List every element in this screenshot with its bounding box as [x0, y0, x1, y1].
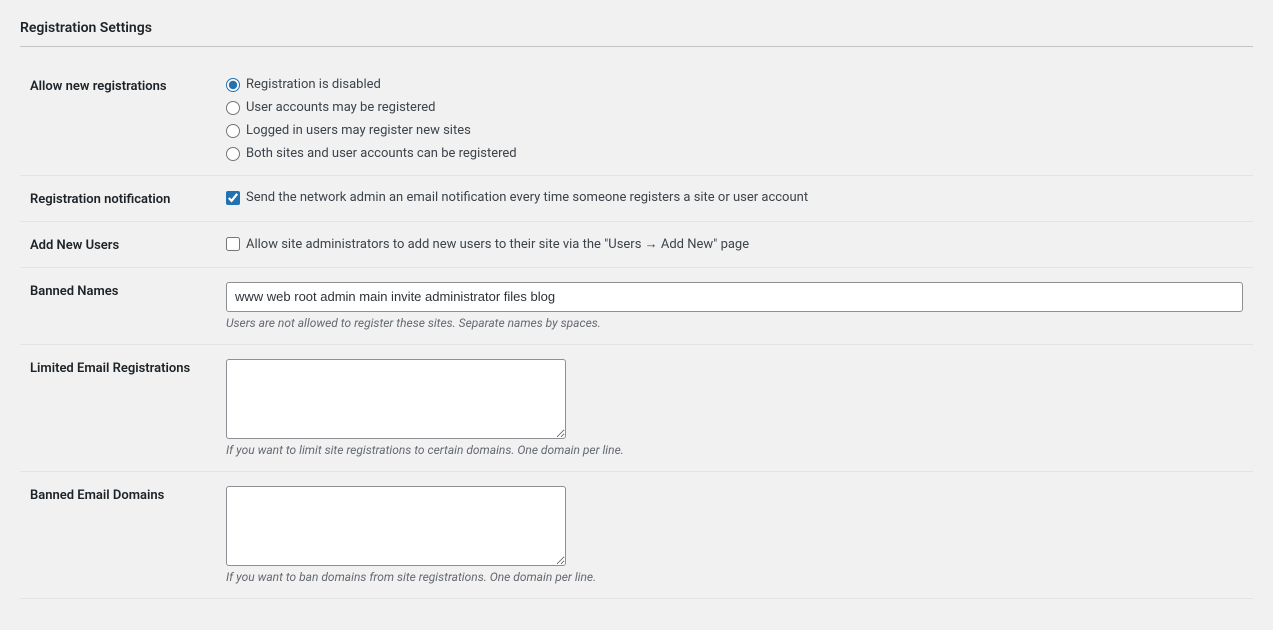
settings-table: Allow new registrations Registration is … — [20, 63, 1253, 599]
label-limited-email-registrations: Limited Email Registrations — [20, 345, 216, 472]
field-allow-new-registrations: Registration is disabled User accounts m… — [216, 63, 1253, 176]
limited-email-description: If you want to limit site registrations … — [226, 443, 1243, 457]
banned-email-domains-description: If you want to ban domains from site reg… — [226, 570, 1243, 584]
label-banned-email-domains: Banned Email Domains — [20, 472, 216, 599]
row-banned-names: Banned Names Users are not allowed to re… — [20, 268, 1253, 345]
radio-logged[interactable] — [226, 124, 240, 138]
row-allow-new-registrations: Allow new registrations Registration is … — [20, 63, 1253, 176]
radio-label-both: Both sites and user accounts can be regi… — [246, 146, 517, 161]
radio-option-disabled[interactable]: Registration is disabled — [226, 77, 1243, 92]
radio-label-disabled: Registration is disabled — [246, 77, 381, 92]
label-allow-new-registrations: Allow new registrations — [20, 63, 216, 176]
checkbox-add-users-text: Allow site administrators to add new use… — [246, 236, 749, 252]
row-limited-email-registrations: Limited Email Registrations If you want … — [20, 345, 1253, 472]
radio-option-both[interactable]: Both sites and user accounts can be regi… — [226, 146, 1243, 161]
radio-label-user: User accounts may be registered — [246, 100, 435, 115]
banned-email-domains-textarea[interactable] — [226, 486, 566, 566]
limited-email-textarea[interactable] — [226, 359, 566, 439]
radio-option-logged[interactable]: Logged in users may register new sites — [226, 123, 1243, 138]
checkbox-notification-text: Send the network admin an email notifica… — [246, 190, 808, 205]
row-banned-email-domains: Banned Email Domains If you want to ban … — [20, 472, 1253, 599]
radio-user[interactable] — [226, 101, 240, 115]
banned-names-description: Users are not allowed to register these … — [226, 316, 1243, 330]
field-add-new-users: Allow site administrators to add new use… — [216, 222, 1253, 268]
label-banned-names: Banned Names — [20, 268, 216, 345]
checkbox-notification-label[interactable]: Send the network admin an email notifica… — [226, 190, 1243, 205]
page-title: Registration Settings — [20, 20, 1253, 47]
radio-option-user[interactable]: User accounts may be registered — [226, 100, 1243, 115]
row-add-new-users: Add New Users Allow site administrators … — [20, 222, 1253, 268]
radio-disabled[interactable] — [226, 78, 240, 92]
checkbox-add-users-label[interactable]: Allow site administrators to add new use… — [226, 236, 1243, 252]
checkbox-notification[interactable] — [226, 191, 240, 205]
radio-label-logged: Logged in users may register new sites — [246, 123, 471, 138]
checkbox-add-users[interactable] — [226, 237, 240, 251]
banned-names-input[interactable] — [226, 282, 1243, 312]
field-banned-email-domains: If you want to ban domains from site reg… — [216, 472, 1253, 599]
field-limited-email-registrations: If you want to limit site registrations … — [216, 345, 1253, 472]
label-add-new-users: Add New Users — [20, 222, 216, 268]
label-registration-notification: Registration notification — [20, 176, 216, 222]
row-registration-notification: Registration notification Send the netwo… — [20, 176, 1253, 222]
field-banned-names: Users are not allowed to register these … — [216, 268, 1253, 345]
field-registration-notification: Send the network admin an email notifica… — [216, 176, 1253, 222]
radio-both[interactable] — [226, 147, 240, 161]
registration-radio-group: Registration is disabled User accounts m… — [226, 77, 1243, 161]
